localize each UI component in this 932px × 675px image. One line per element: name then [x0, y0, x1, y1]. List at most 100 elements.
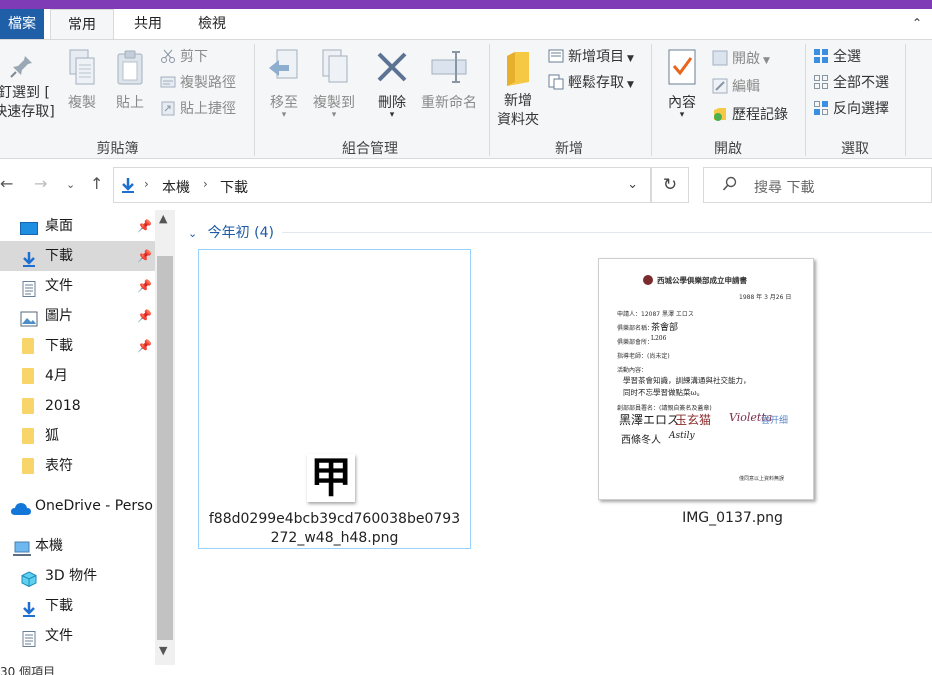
new-item-button[interactable]: 新增項目 ▼: [548, 46, 634, 68]
nav-item-pc-downloads[interactable]: 下載: [0, 591, 155, 621]
clipboard-icon: [114, 48, 146, 88]
pin-icon[interactable]: 📌: [137, 301, 152, 331]
scroll-up-icon[interactable]: ▲: [159, 212, 167, 225]
ribbon: 釘選到 [ 快速存取] 複製 貼上 剪下 複製路徑 貼上捷徑 剪貼簿 移至 ▾ …: [0, 39, 932, 159]
chevron-down-icon: ▾: [389, 110, 395, 120]
group-header-label: 今年初 (4): [207, 225, 274, 241]
tab-view[interactable]: 檢視: [183, 9, 241, 39]
open-group-label: 開啟: [714, 141, 742, 157]
nav-item-label: 本機: [35, 538, 63, 554]
edit-button[interactable]: 編輯: [712, 76, 760, 98]
nav-item-this-pc[interactable]: 本機: [0, 531, 155, 561]
nav-scrollbar[interactable]: ▲ ▼: [155, 210, 175, 665]
select-all-label: 全選: [833, 49, 861, 65]
chevron-up-icon[interactable]: ⌃: [912, 16, 922, 30]
cube-3d-icon: [20, 568, 38, 588]
nav-item-onedrive[interactable]: OneDrive - Perso: [0, 491, 155, 521]
select-all-button[interactable]: 全選: [813, 46, 861, 68]
breadcrumb-downloads[interactable]: 下載: [220, 177, 248, 197]
pin-quick-access-button[interactable]: 釘選到 [ 快速存取]: [0, 48, 56, 122]
nav-item-pc-documents[interactable]: 文件: [0, 621, 155, 651]
breadcrumb-this-pc[interactable]: 本機: [162, 177, 190, 197]
rename-button[interactable]: 重新命名: [418, 48, 480, 112]
doc-activity: 活動內容：: [617, 367, 648, 374]
properties-check-icon: [667, 48, 697, 88]
file-thumbnail: 甲: [307, 454, 355, 502]
pin-icon[interactable]: 📌: [137, 241, 152, 271]
copy-to-button[interactable]: 複製到 ▾: [310, 48, 358, 120]
new-item-label: 新增項目: [568, 49, 624, 65]
history-button[interactable]: 歷程記錄: [712, 104, 788, 126]
cut-label: 剪下: [180, 49, 208, 65]
history-label: 歷程記錄: [732, 107, 788, 123]
copy-button[interactable]: 複製: [60, 48, 104, 112]
up-arrow-icon[interactable]: ↑: [90, 174, 103, 193]
select-all-icon: [813, 48, 829, 64]
status-bar: 30 個項目: [0, 665, 932, 675]
tab-share[interactable]: 共用: [120, 9, 176, 39]
tab-home[interactable]: 常用: [50, 9, 114, 39]
search-icon: [722, 176, 738, 196]
paste-button[interactable]: 貼上: [108, 48, 152, 112]
club-seal-icon: [643, 275, 653, 285]
nav-item-april[interactable]: 4月: [0, 361, 155, 391]
image-thumbnail[interactable]: 西城公學俱樂部成立申請書 1988 年 3 月26 日 申請人：12087 黑澤…: [598, 258, 814, 500]
cut-button[interactable]: 剪下: [160, 46, 208, 68]
refresh-button[interactable]: ↻: [651, 167, 689, 203]
back-arrow-icon[interactable]: ←: [0, 174, 13, 193]
folder-icon: [22, 458, 34, 474]
properties-button[interactable]: 內容 ▾: [660, 48, 704, 120]
nav-item-desktop[interactable]: 桌面 📌: [0, 211, 155, 241]
select-group-label: 選取: [841, 141, 869, 157]
group-separator: [489, 44, 490, 156]
pin-icon[interactable]: 📌: [137, 271, 152, 301]
group-header[interactable]: ⌄ 今年初 (4): [188, 222, 274, 242]
pin-icon[interactable]: 📌: [137, 331, 152, 361]
folder-icon: [22, 398, 34, 414]
delete-button[interactable]: 刪除 ▾: [372, 48, 412, 120]
nav-item-downloads-folder[interactable]: 下載 📌: [0, 331, 155, 361]
select-none-label: 全部不選: [833, 75, 889, 91]
address-bar[interactable]: › 本機 › 下載 ⌄: [113, 167, 651, 203]
open-button[interactable]: 開啟 ▼: [712, 48, 770, 70]
nav-item-label: 下載: [45, 598, 73, 614]
easy-access-button[interactable]: 輕鬆存取 ▼: [548, 72, 634, 94]
pin-label-2: 快速存取]: [0, 104, 55, 120]
paste-label: 貼上: [116, 95, 144, 111]
file-name: IMG_0137.png: [596, 509, 869, 528]
file-name: f88d0299e4bcb39cd760038be0793 272_w48_h4…: [199, 510, 470, 548]
pin-icon[interactable]: 📌: [137, 211, 152, 241]
recent-locations-chevron-icon[interactable]: ⌄: [66, 178, 75, 191]
properties-label: 內容: [668, 95, 696, 111]
search-box[interactable]: 搜尋 下載: [703, 167, 932, 203]
tab-file[interactable]: 檔案: [0, 9, 44, 39]
nav-item-pictures[interactable]: 圖片 📌: [0, 301, 155, 331]
address-dropdown-chevron-icon[interactable]: ⌄: [627, 177, 638, 192]
copy-path-button[interactable]: 複製路徑: [160, 72, 236, 94]
nav-item-downloads-pinned[interactable]: 下載 📌: [0, 241, 155, 271]
scrollbar-thumb[interactable]: [157, 256, 173, 640]
navigation-pane: 桌面 📌 下載 📌 文件 📌 圖片 📌 下載 📌 4月 2018 狐 表符 On…: [0, 210, 176, 665]
paste-shortcut-icon: [160, 100, 176, 116]
nav-item-emoticons[interactable]: 表符: [0, 451, 155, 481]
nav-item-documents[interactable]: 文件 📌: [0, 271, 155, 301]
nav-item-2018[interactable]: 2018: [0, 391, 155, 421]
nav-item-3d-objects[interactable]: 3D 物件: [0, 561, 155, 591]
select-none-button[interactable]: 全部不選: [813, 72, 889, 94]
nav-item-label: 3D 物件: [45, 568, 98, 584]
easy-access-icon: [548, 74, 564, 90]
paste-shortcut-button[interactable]: 貼上捷徑: [160, 98, 236, 120]
forward-arrow-icon[interactable]: →: [34, 174, 47, 193]
group-separator: [905, 44, 906, 156]
scroll-down-icon[interactable]: ▼: [159, 644, 167, 657]
nav-item-fox[interactable]: 狐: [0, 421, 155, 451]
copy-to-label: 複製到: [313, 95, 355, 111]
move-to-button[interactable]: 移至 ▾: [264, 48, 304, 120]
file-tile[interactable]: 甲 f88d0299e4bcb39cd760038be0793 272_w48_…: [198, 249, 471, 549]
copy-icon: [66, 48, 98, 88]
new-folder-label-1: 新增: [504, 93, 532, 109]
invert-selection-button[interactable]: 反向選擇: [813, 98, 889, 120]
doc-signature-4: 雲开细: [761, 416, 789, 426]
nav-item-label: 文件: [45, 278, 73, 294]
new-folder-button[interactable]: 新增 資料夾: [494, 48, 542, 130]
